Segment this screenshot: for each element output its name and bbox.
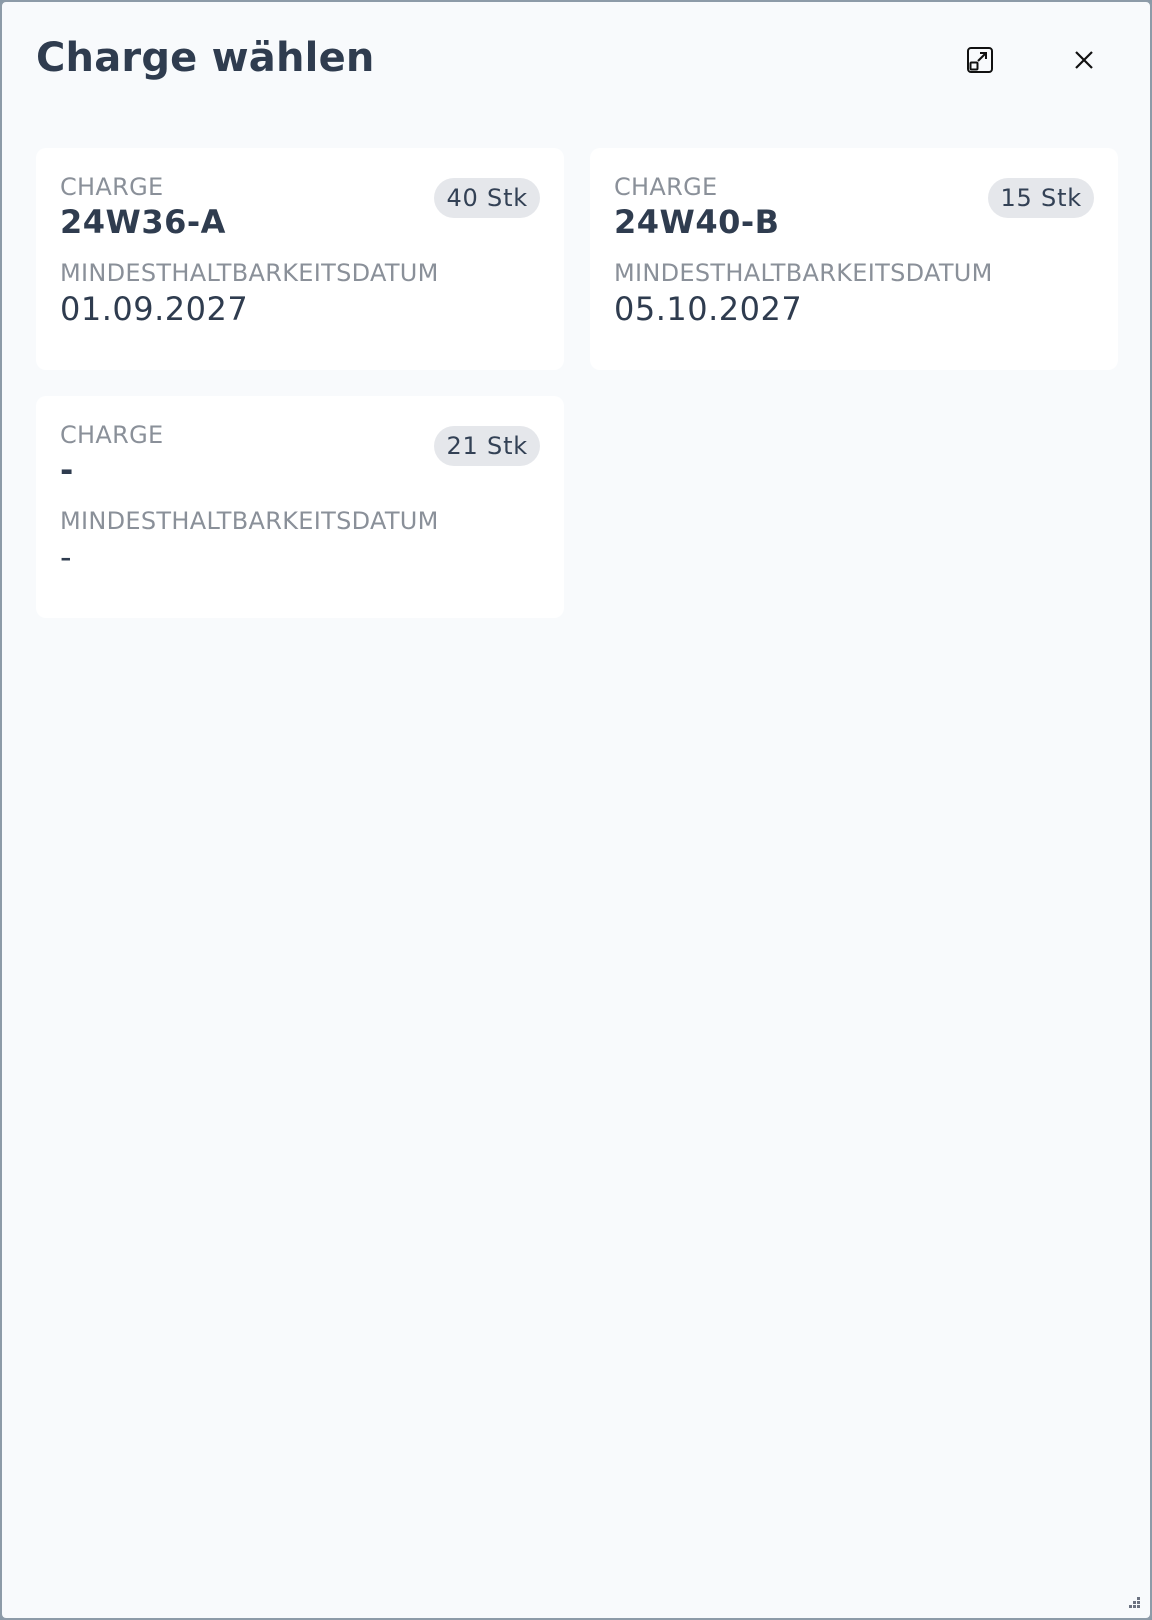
mhd-value: - (60, 538, 73, 576)
batch-grid: CHARGE 24W36-A MINDESTHALTBARKEITSDATUM … (36, 148, 1120, 618)
batch-card[interactable]: CHARGE 24W40-B MINDESTHALTBARKEITSDATUM … (590, 148, 1118, 370)
mhd-value: 05.10.2027 (614, 290, 803, 328)
dialog-title: Charge wählen (36, 35, 375, 81)
expand-button[interactable] (960, 40, 1000, 80)
batch-card[interactable]: CHARGE 24W36-A MINDESTHALTBARKEITSDATUM … (36, 148, 564, 370)
batch-select-dialog: Charge wählen CHARGE 24W36-A MINDESTHALT… (0, 0, 1152, 1620)
mhd-value: 01.09.2027 (60, 290, 249, 328)
mhd-label: MINDESTHALTBARKEITSDATUM (60, 507, 439, 535)
batch-card[interactable]: CHARGE - MINDESTHALTBARKEITSDATUM - 21 S… (36, 396, 564, 618)
quantity-badge: 15 Stk (988, 178, 1094, 218)
expand-icon (967, 47, 993, 73)
mhd-label: MINDESTHALTBARKEITSDATUM (60, 259, 439, 287)
quantity-badge: 40 Stk (434, 178, 540, 218)
resize-grip-icon[interactable] (1126, 1594, 1142, 1610)
mhd-label: MINDESTHALTBARKEITSDATUM (614, 259, 993, 287)
close-button[interactable] (1064, 40, 1104, 80)
quantity-badge: 21 Stk (434, 426, 540, 466)
close-icon (1075, 51, 1093, 69)
